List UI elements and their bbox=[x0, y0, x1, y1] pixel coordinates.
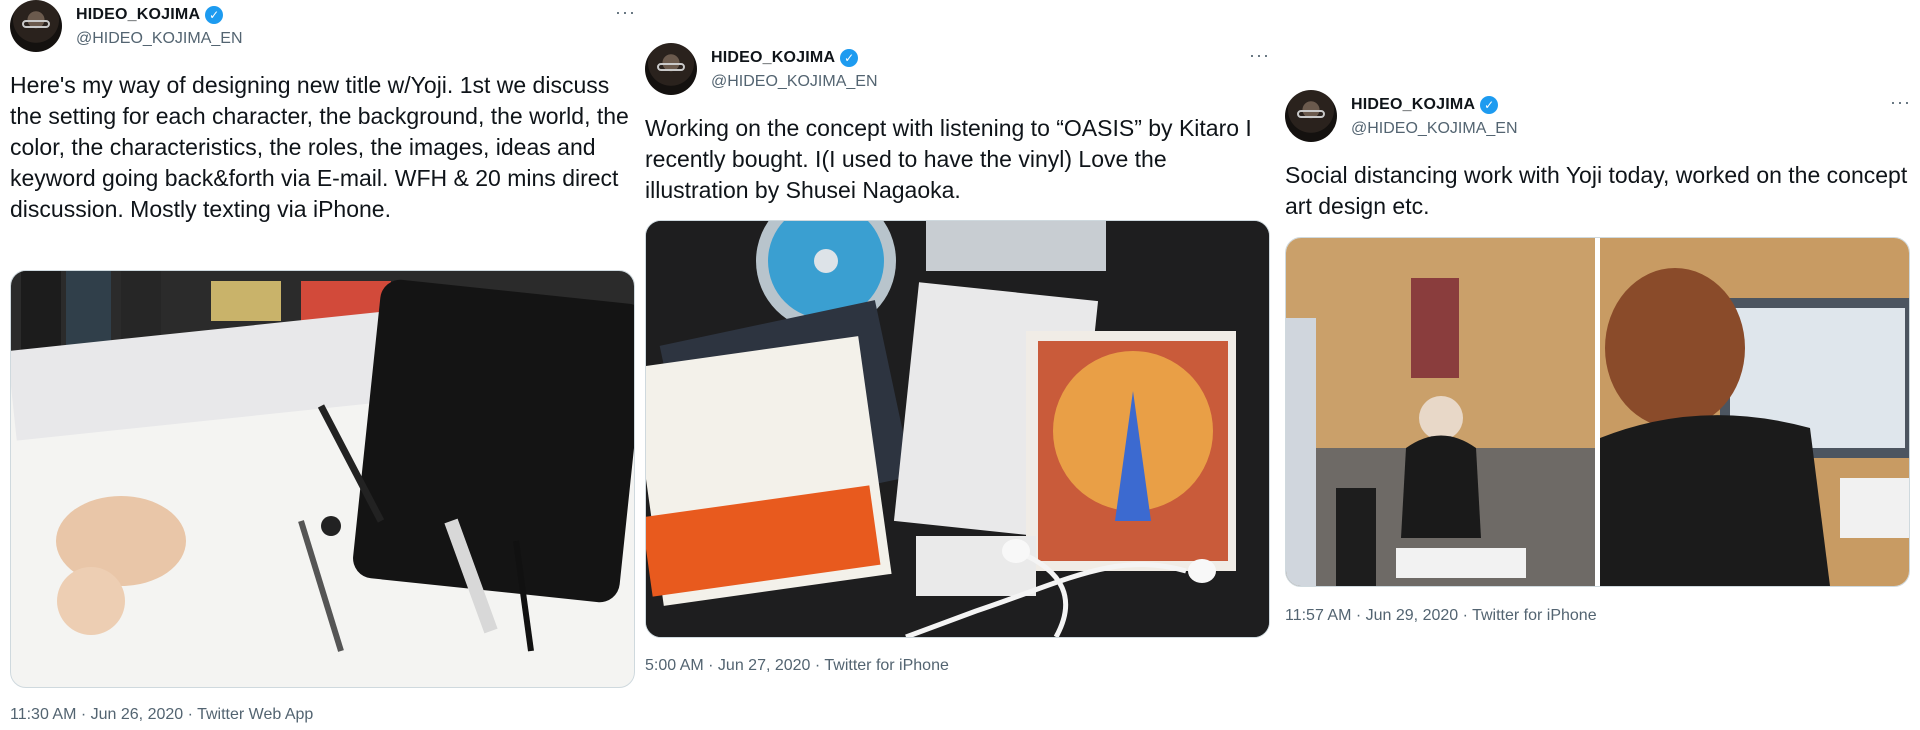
tweet-image-2[interactable] bbox=[1600, 238, 1909, 586]
more-options-icon[interactable]: ··· bbox=[1890, 92, 1911, 113]
tweet-text: Working on the concept with listening to… bbox=[645, 115, 1252, 203]
tweet-1[interactable]: HIDEO_KOJIMA ✓ @HIDEO_KOJIMA_EN ··· Here… bbox=[10, 0, 635, 730]
avatar[interactable] bbox=[645, 43, 697, 95]
author-handle[interactable]: @HIDEO_KOJIMA_EN bbox=[76, 30, 243, 48]
tweet-image[interactable] bbox=[645, 220, 1270, 638]
author-handle[interactable]: @HIDEO_KOJIMA_EN bbox=[711, 73, 878, 91]
more-options-icon[interactable]: ··· bbox=[1249, 45, 1270, 66]
tweet-3[interactable]: HIDEO_KOJIMA ✓ @HIDEO_KOJIMA_EN ··· Soci… bbox=[1285, 90, 1910, 630]
author-name[interactable]: HIDEO_KOJIMA bbox=[1351, 96, 1475, 114]
verified-badge-icon: ✓ bbox=[1480, 96, 1499, 114]
tweet-image-1[interactable] bbox=[1286, 238, 1595, 586]
avatar[interactable] bbox=[1285, 90, 1337, 142]
studio-photo-illustration bbox=[1286, 238, 1595, 586]
tweet-2[interactable]: HIDEO_KOJIMA ✓ @HIDEO_KOJIMA_EN ··· Work… bbox=[645, 43, 1270, 683]
desk-photo-illustration bbox=[646, 221, 1269, 637]
tweet-timestamp[interactable]: 11:30 AM · Jun 26, 2020 · Twitter Web Ap… bbox=[10, 706, 313, 724]
avatar[interactable] bbox=[10, 0, 62, 52]
tweet-text: Here's my way of designing new title w/Y… bbox=[10, 72, 629, 222]
tweet-timestamp[interactable]: 5:00 AM · Jun 27, 2020 · Twitter for iPh… bbox=[645, 657, 949, 675]
author-name[interactable]: HIDEO_KOJIMA bbox=[711, 49, 835, 67]
desk-photo-illustration bbox=[11, 271, 634, 652]
more-options-icon[interactable]: ··· bbox=[615, 2, 636, 23]
tweet-image[interactable] bbox=[10, 270, 635, 688]
author-name[interactable]: HIDEO_KOJIMA bbox=[76, 6, 200, 24]
tweet-text: Social distancing work with Yoji today, … bbox=[1285, 162, 1908, 219]
verified-badge-icon: ✓ bbox=[205, 6, 224, 24]
tweet-image-grid bbox=[1285, 237, 1910, 587]
tweet-timestamp[interactable]: 11:57 AM · Jun 29, 2020 · Twitter for iP… bbox=[1285, 607, 1597, 625]
author-handle[interactable]: @HIDEO_KOJIMA_EN bbox=[1351, 120, 1518, 138]
artist-at-screen-illustration bbox=[1600, 238, 1909, 586]
verified-badge-icon: ✓ bbox=[840, 49, 859, 67]
